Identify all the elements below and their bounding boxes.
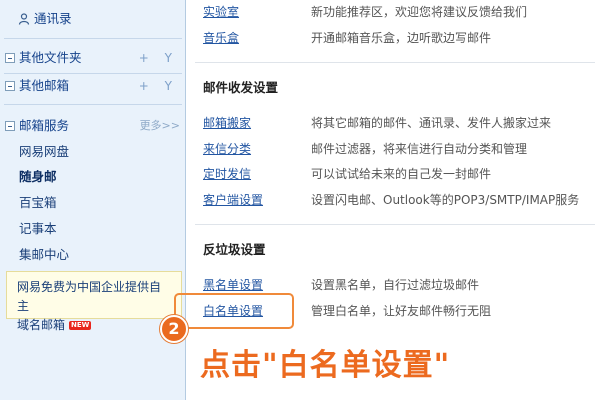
sidebar-folder-other-folders[interactable]: 其他文件夹 + Y [0,47,186,69]
row-description: 将其它邮箱的邮件、通讯录、发件人搬家过来 [311,116,552,130]
sidebar-folder-mailbox-services[interactable]: 邮箱服务 更多>> [0,115,186,137]
sidebar-item-label: 随身邮 [19,169,57,184]
sidebar-item-label: 邮箱服务 [19,118,70,133]
sidebar-item-label: 通讯录 [34,11,72,26]
sidebar-item-contacts[interactable]: 通讯录 [0,8,186,30]
sidebar-item-mobile-mail[interactable]: 随身邮 [0,166,186,188]
step-number-badge: 2 [160,315,188,343]
section-divider [195,62,595,63]
settings-row: 来信分类 邮件过滤器，将来信进行自动分类和管理 [187,138,600,160]
sidebar-item-label: 百宝箱 [19,195,57,210]
row-description: 可以试试给未来的自己发一封邮件 [311,167,492,181]
settings-row: 实验室 新功能推荐区，欢迎您将建议反馈给我们 [187,1,600,23]
add-mailbox-icon[interactable]: + Y [139,75,178,97]
mailbox-move-link[interactable]: 邮箱搬家 [203,112,251,134]
settings-row: 邮箱搬家 将其它邮箱的邮件、通讯录、发件人搬家过来 [187,112,600,134]
settings-row: 客户端设置 设置闪电邮、Outlook等的POP3/SMTP/IMAP服务 [187,189,600,211]
lab-link[interactable]: 实验室 [203,1,239,23]
highlight-box [174,293,294,329]
instruction-callout: 点击"白名单设置" [200,348,451,383]
section-title-spam: 反垃圾设置 [203,242,266,257]
promo-text: 网易免费为中国企业提供自主 [17,280,162,313]
section-divider [195,224,595,225]
sidebar-item-label: 其他邮箱 [19,78,70,93]
contact-icon [18,13,30,25]
promo-banner[interactable]: 网易免费为中国企业提供自主 域名邮箱 NEW [6,271,182,332]
sidebar-divider [4,73,182,74]
row-description: 新功能推荐区，欢迎您将建议反馈给我们 [311,5,528,19]
row-description: 开通邮箱音乐盒，边听歌边写邮件 [311,31,492,45]
sidebar-item-label: 集邮中心 [19,247,70,262]
row-description: 设置闪电邮、Outlook等的POP3/SMTP/IMAP服务 [311,193,580,207]
add-folder-icon[interactable]: + Y [139,47,178,69]
row-description: 设置黑名单，自行过滤垃圾邮件 [311,278,480,292]
collapse-icon[interactable] [5,53,15,63]
sidebar: 通讯录 其他文件夹 + Y 其他邮箱 + Y 邮箱服务 更多>> 网易网盘 随身… [0,0,186,400]
collapse-icon[interactable] [5,81,15,91]
sidebar-item-notepad[interactable]: 记事本 [0,218,186,240]
sidebar-item-label: 记事本 [19,221,57,236]
sidebar-item-treasure-box[interactable]: 百宝箱 [0,192,186,214]
promo-text: 域名邮箱 [17,318,66,332]
sidebar-item-stamp-center[interactable]: 集邮中心 [0,244,186,266]
collapse-icon[interactable] [5,121,15,131]
row-description: 邮件过滤器，将来信进行自动分类和管理 [311,142,528,156]
mail-filter-link[interactable]: 来信分类 [203,138,251,160]
sidebar-divider [4,104,182,105]
section-title-mail: 邮件收发设置 [203,80,279,95]
sidebar-divider [4,38,182,39]
client-settings-link[interactable]: 客户端设置 [203,189,263,211]
sidebar-item-label: 其他文件夹 [19,50,82,65]
sidebar-folder-other-mailboxes[interactable]: 其他邮箱 + Y [0,75,186,97]
scheduled-send-link[interactable]: 定时发信 [203,163,251,185]
new-badge: NEW [69,321,92,330]
music-box-link[interactable]: 音乐盒 [203,27,239,49]
more-link[interactable]: 更多>> [140,115,180,137]
settings-row: 音乐盒 开通邮箱音乐盒，边听歌边写邮件 [187,27,600,49]
row-description: 管理白名单，让好友邮件畅行无阻 [311,304,492,318]
sidebar-item-netdisk[interactable]: 网易网盘 [0,141,186,163]
sidebar-item-label: 网易网盘 [19,144,70,159]
settings-row: 定时发信 可以试试给未来的自己发一封邮件 [187,163,600,185]
